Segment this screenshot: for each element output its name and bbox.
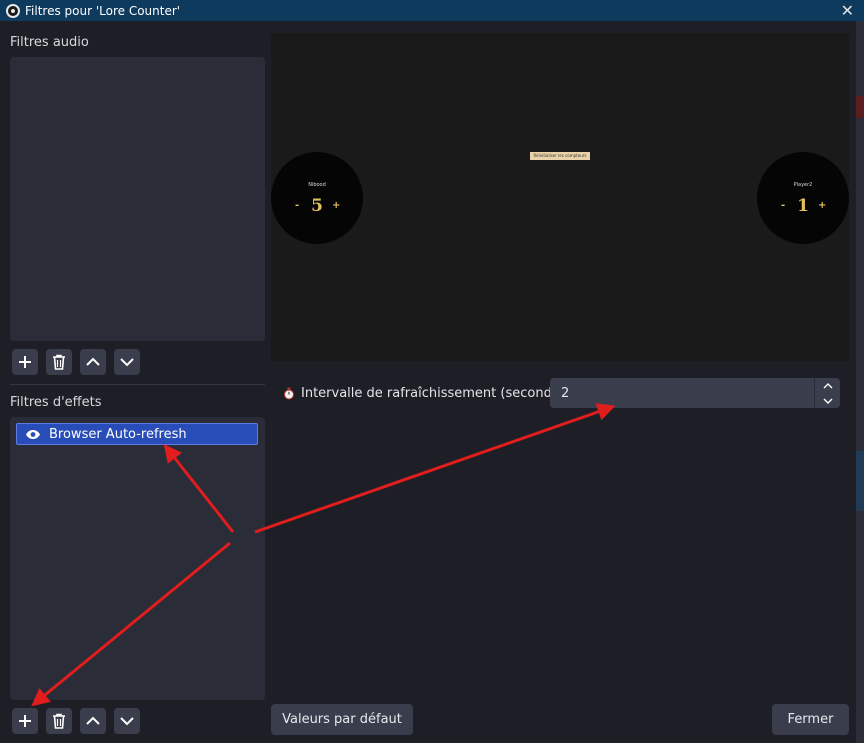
effect-filter-item-browser-auto-refresh[interactable]: Browser Auto-refresh	[16, 423, 258, 445]
increment-control: +	[332, 200, 341, 211]
player-counter-value: 5	[311, 196, 323, 216]
reset-counters-label: Réinitialiser les compteurs	[530, 152, 590, 160]
player-counter-2: Player2 - 1 +	[757, 152, 849, 244]
player-counter-1: Nibood - 5 +	[271, 152, 363, 244]
trash-icon	[53, 713, 65, 729]
refresh-interval-label: Intervalle de rafraîchissement (secondes…	[301, 385, 572, 401]
section-divider	[10, 384, 265, 385]
player-name: Nibood	[308, 182, 326, 188]
remove-audio-filter-button[interactable]	[46, 349, 72, 375]
spin-down-button[interactable]	[815, 393, 840, 408]
chevron-up-icon	[823, 382, 832, 388]
obs-logo-icon	[6, 3, 20, 18]
refresh-interval-row: Intervalle de rafraîchissement (secondes…	[283, 378, 572, 408]
chevron-up-icon	[86, 357, 100, 366]
remove-effect-filter-button[interactable]	[46, 708, 72, 734]
window-title: Filtres pour 'Lore Counter'	[25, 3, 181, 18]
trash-icon	[53, 354, 65, 370]
chevron-up-icon	[86, 716, 100, 725]
chevron-down-icon	[120, 717, 134, 726]
audio-filters-list[interactable]	[10, 57, 265, 341]
move-audio-filter-down-button[interactable]	[114, 349, 140, 375]
chevron-down-icon	[120, 358, 134, 367]
spin-up-button[interactable]	[815, 378, 840, 393]
defaults-button[interactable]: Valeurs par défaut	[271, 704, 413, 735]
audio-filters-heading: Filtres audio	[10, 35, 89, 50]
title-bar: Filtres pour 'Lore Counter' ✕	[0, 0, 864, 21]
effect-filters-heading: Filtres d'effets	[10, 395, 102, 410]
move-effect-filter-down-button[interactable]	[114, 708, 140, 734]
background-window-edge	[856, 21, 864, 743]
source-preview: Nibood - 5 + Réinitialiser les compteurs…	[271, 33, 849, 361]
add-effect-filter-button[interactable]	[12, 708, 38, 734]
effect-filters-list[interactable]	[10, 417, 265, 700]
stopwatch-icon	[284, 387, 294, 399]
effect-filter-label: Browser Auto-refresh	[49, 426, 187, 442]
move-effect-filter-up-button[interactable]	[80, 708, 106, 734]
plus-icon	[19, 356, 31, 368]
eye-icon[interactable]	[25, 429, 41, 440]
plus-icon	[19, 715, 31, 727]
add-audio-filter-button[interactable]	[12, 349, 38, 375]
move-audio-filter-up-button[interactable]	[80, 349, 106, 375]
increment-control: +	[818, 200, 827, 211]
player-counter-value: 1	[797, 196, 809, 216]
player-name: Player2	[793, 182, 813, 188]
close-window-icon[interactable]: ✕	[841, 0, 854, 21]
chevron-down-icon	[823, 398, 832, 404]
refresh-interval-spinner[interactable]	[814, 378, 840, 408]
refresh-interval-input[interactable]: 2	[550, 378, 814, 408]
annotation-arrow-to-interval	[254, 403, 616, 534]
close-button[interactable]: Fermer	[772, 704, 849, 735]
